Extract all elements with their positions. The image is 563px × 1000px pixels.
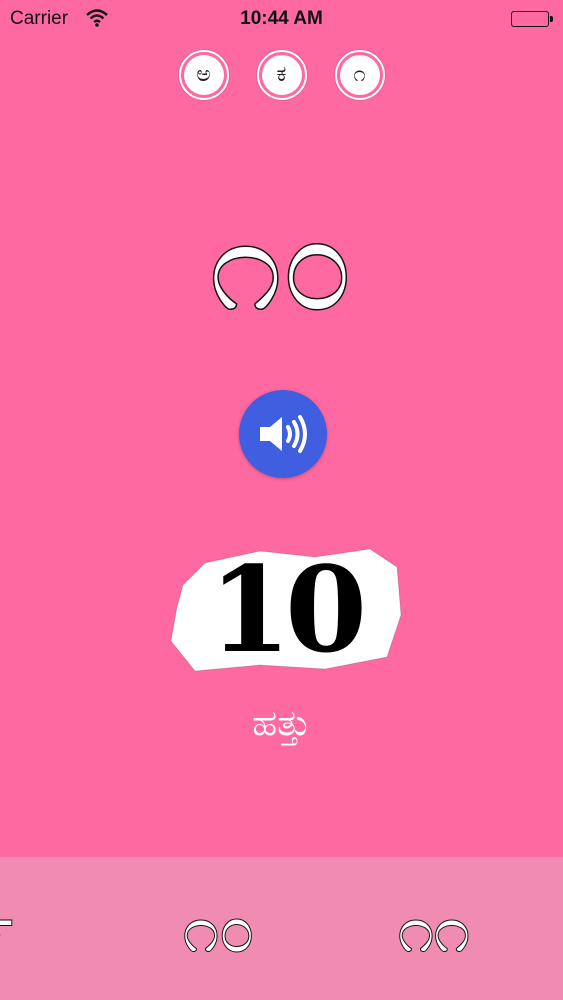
play-sound-button[interactable] [239,390,327,478]
script-button-vowels-label: ಅ [183,55,224,95]
speaker-icon [260,415,307,453]
script-button-vowels[interactable]: ಅ [178,50,229,100]
battery-icon [511,11,553,27]
script-switcher: ಅ ಕ ೧ [0,50,563,102]
number-word: ಹತ್ತು [252,703,311,744]
script-button-numbers-label: ೧ [339,55,380,95]
arabic-number: 10 [208,540,367,679]
carousel-item-next[interactable]: ೧೧ [397,885,471,975]
numeral-carousel[interactable]: ೯ ೧೦ ೧೧ [0,857,563,1000]
arabic-number-card: 10 [165,545,405,675]
kannada-numeral: ೧೦ [208,189,354,341]
carousel-item-current[interactable]: ೧೦ [182,885,256,975]
clock: 10:44 AM [240,8,323,29]
script-button-consonants-label: ಕ [261,55,302,95]
script-button-numbers[interactable]: ೧ [334,50,385,100]
script-button-consonants[interactable]: ಕ [256,50,307,100]
carousel-item-prev[interactable]: ೯ [0,885,15,975]
status-bar: Carrier 10:44 AM [0,0,563,40]
